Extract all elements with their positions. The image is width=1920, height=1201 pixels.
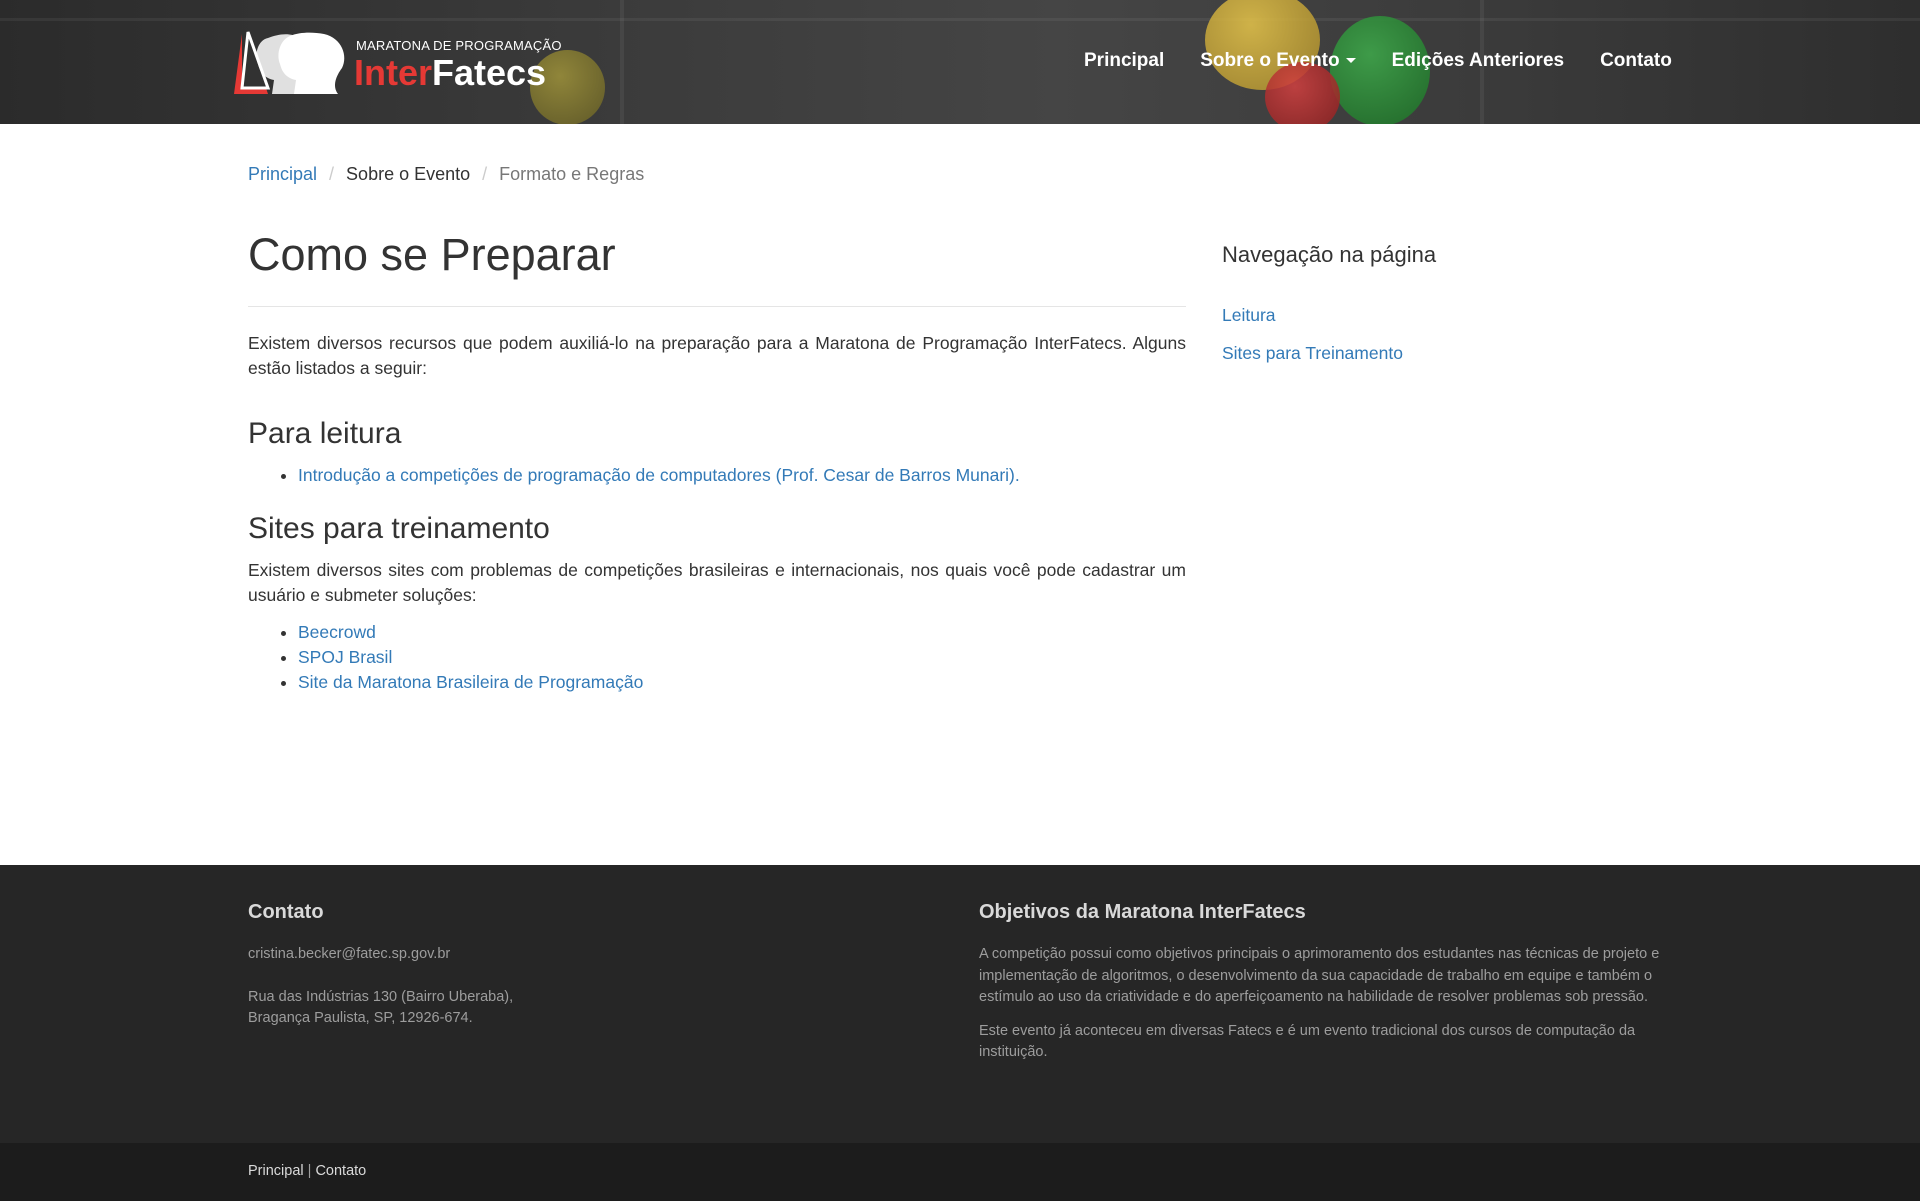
main-nav: Principal Sobre o Evento Edições Anterio… — [1066, 50, 1690, 72]
bottom-bar: Principal | Contato — [0, 1143, 1920, 1201]
intro-paragraph: Existem diversos recursos que podem auxi… — [248, 332, 1186, 378]
footer-contact: Contato cristina.becker@fatec.sp.gov.br … — [248, 901, 848, 1030]
sidebar-links: Leitura Sites para Treinamento — [1222, 296, 1622, 372]
maratona-brasileira-link[interactable]: Site da Maratona Brasileira de Programaç… — [298, 672, 643, 692]
training-heading: Sites para treinamento — [248, 511, 550, 545]
title-divider — [248, 305, 1186, 307]
footer-email: cristina.becker@fatec.sp.gov.br — [248, 946, 451, 962]
address-line-2: Bragança Paulista, SP, 12926-674. — [248, 1010, 473, 1026]
logo-inter-text: Inter — [354, 52, 433, 93]
nav-sobre-label: Sobre o Evento — [1200, 50, 1340, 71]
address-line-1: Rua das Indústrias 130 (Bairro Uberaba), — [248, 988, 514, 1005]
training-list: Beecrowd SPOJ Brasil Site da Maratona Br… — [248, 620, 1186, 695]
nav-contato[interactable]: Contato — [1582, 50, 1690, 72]
site-header: MARATONA DE PROGRAMAÇÃO InterFatecs Prin… — [0, 0, 1920, 124]
sidebar-title: Navegação na página — [1222, 242, 1437, 267]
footer-objectives-heading: Objetivos da Maratona InterFatecs — [979, 901, 1306, 923]
header-decoration — [0, 18, 1920, 21]
list-item: Site da Maratona Brasileira de Programaç… — [298, 670, 1186, 695]
bottom-links: Principal | Contato — [248, 1163, 366, 1179]
nav-edicoes[interactable]: Edições Anteriores — [1374, 50, 1582, 72]
objectives-paragraph-2: Este evento já aconteceu em diversas Fat… — [979, 1022, 1636, 1061]
sidebar-link-sites[interactable]: Sites para Treinamento — [1222, 334, 1622, 372]
bottom-link-contato[interactable]: Contato — [315, 1163, 366, 1179]
list-item: Introdução a competições de programação … — [298, 463, 1186, 488]
list-item: Beecrowd — [298, 620, 1186, 645]
breadcrumb-separator: / — [329, 164, 335, 184]
bottom-separator: | — [307, 1163, 312, 1179]
sidebar-link-leitura[interactable]: Leitura — [1222, 296, 1622, 334]
training-paragraph: Existem diversos sites com problemas de … — [248, 559, 1186, 605]
footer-address: Rua das Indústrias 130 (Bairro Uberaba),… — [248, 987, 848, 1030]
breadcrumb-current: Formato e Regras — [499, 164, 645, 184]
breadcrumb-separator: / — [482, 164, 488, 184]
bottom-link-principal[interactable]: Principal — [248, 1163, 304, 1179]
breadcrumb-principal[interactable]: Principal — [248, 164, 317, 185]
main-content: Como se Preparar Existem diversos recurs… — [248, 230, 1186, 695]
spoj-brasil-link[interactable]: SPOJ Brasil — [298, 647, 392, 667]
reading-link[interactable]: Introdução a competições de programação … — [298, 465, 1020, 485]
footer-objectives: Objetivos da Maratona InterFatecs A comp… — [979, 901, 1675, 1064]
page-title: Como se Preparar — [248, 229, 616, 280]
nav-sobre-dropdown[interactable]: Sobre o Evento — [1182, 50, 1373, 72]
reading-heading: Para leitura — [248, 416, 402, 450]
list-item: SPOJ Brasil — [298, 645, 1186, 670]
beecrowd-link[interactable]: Beecrowd — [298, 622, 376, 642]
breadcrumb: Principal / Sobre o Evento / Formato e R… — [248, 164, 644, 185]
site-logo[interactable]: MARATONA DE PROGRAMAÇÃO InterFatecs — [228, 28, 568, 98]
logo-wordmark: InterFatecs — [354, 52, 546, 94]
caret-down-icon — [1345, 58, 1356, 64]
reading-list: Introdução a competições de programação … — [248, 463, 1186, 488]
page-navigation-sidebar: Navegação na página Leitura Sites para T… — [1222, 242, 1622, 372]
logo-subtitle: MARATONA DE PROGRAMAÇÃO — [356, 38, 562, 53]
site-footer: Contato cristina.becker@fatec.sp.gov.br … — [0, 865, 1920, 1143]
footer-contact-heading: Contato — [248, 901, 324, 923]
breadcrumb-sobre: Sobre o Evento — [346, 164, 471, 184]
nav-principal[interactable]: Principal — [1066, 50, 1182, 72]
logo-faces-icon — [234, 31, 345, 94]
header-decoration — [620, 0, 624, 124]
objectives-paragraph-1: A competição possui como objetivos princ… — [979, 946, 1660, 1005]
logo-fatecs-text: Fatecs — [432, 52, 547, 93]
